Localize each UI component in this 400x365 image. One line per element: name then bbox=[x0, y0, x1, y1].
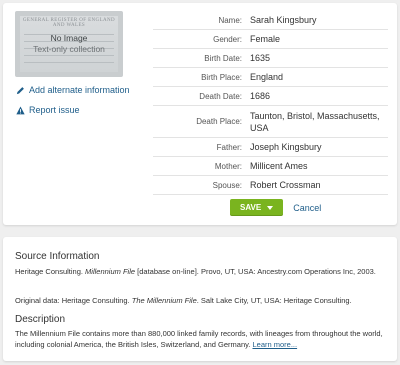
fact-value: Female bbox=[248, 29, 388, 49]
source-citation: Heritage Consulting. Millennium File [da… bbox=[15, 267, 376, 276]
fact-row-birth-date: Birth Date: 1635 bbox=[153, 48, 388, 68]
fact-row-name: Name: Sarah Kingsbury bbox=[153, 11, 388, 30]
add-alternate-info-label: Add alternate information bbox=[29, 85, 130, 95]
fact-label: Death Place: bbox=[153, 105, 248, 138]
fact-label: Name: bbox=[153, 11, 248, 30]
fact-row-death-date: Death Date: 1686 bbox=[153, 86, 388, 106]
no-image-label: No Image bbox=[50, 33, 88, 43]
fact-value: 1635 bbox=[248, 48, 388, 68]
report-issue-link[interactable]: Report issue bbox=[16, 105, 80, 115]
fact-value: England bbox=[248, 67, 388, 87]
fact-label: Mother: bbox=[153, 156, 248, 176]
fact-label: Birth Place: bbox=[153, 67, 248, 87]
document-header-text: GENERAL REGISTER OF ENGLAND AND WALES bbox=[22, 18, 116, 28]
save-button-label: SAVE bbox=[240, 203, 262, 212]
fact-value: Taunton, Bristol, Massachusetts, USA bbox=[250, 110, 380, 133]
report-issue-label: Report issue bbox=[29, 105, 80, 115]
chevron-down-icon bbox=[267, 205, 274, 210]
pencil-icon bbox=[16, 86, 24, 94]
fact-value: Robert Crossman bbox=[248, 175, 388, 195]
source-card: Source Information Heritage Consulting. … bbox=[3, 237, 397, 361]
fact-row-gender: Gender: Female bbox=[153, 29, 388, 49]
learn-more-link[interactable]: Learn more... bbox=[252, 340, 297, 349]
record-card: GENERAL REGISTER OF ENGLAND AND WALES No… bbox=[3, 3, 397, 225]
description-text: The Millennium File contains more than 8… bbox=[15, 329, 383, 349]
fact-label: Spouse: bbox=[153, 175, 248, 195]
source-info-title: Source Information bbox=[15, 251, 100, 262]
fact-row-mother: Mother: Millicent Ames bbox=[153, 156, 388, 176]
text-only-label: Text-only collection bbox=[33, 44, 105, 54]
fact-row-birth-place: Birth Place: England bbox=[153, 67, 388, 87]
fact-label: Birth Date: bbox=[153, 48, 248, 68]
fact-row-death-place: Death Place: Taunton, Bristol, Massachuse… bbox=[153, 105, 388, 138]
fact-label: Father: bbox=[153, 137, 248, 157]
fact-value: 1686 bbox=[248, 86, 388, 106]
fact-value: Millicent Ames bbox=[248, 156, 388, 176]
fact-row-father: Father: Joseph Kingsbury bbox=[153, 137, 388, 157]
action-row: SAVE Cancel bbox=[230, 199, 321, 216]
save-button[interactable]: SAVE bbox=[230, 199, 284, 216]
record-facts-table: Name: Sarah Kingsbury Gender: Female Birth… bbox=[153, 11, 388, 195]
fact-label: Death Date: bbox=[153, 86, 248, 106]
fact-value: Joseph Kingsbury bbox=[248, 137, 388, 157]
record-thumbnail[interactable]: GENERAL REGISTER OF ENGLAND AND WALES No… bbox=[15, 11, 123, 77]
warning-icon bbox=[16, 105, 25, 114]
original-data-citation: Original data: Heritage Consulting. The … bbox=[15, 296, 352, 305]
fact-row-spouse: Spouse: Robert Crossman bbox=[153, 175, 388, 195]
description-title: Description bbox=[15, 314, 66, 325]
fact-value: Sarah Kingsbury bbox=[248, 11, 388, 30]
cancel-link[interactable]: Cancel bbox=[293, 203, 321, 213]
fact-label: Gender: bbox=[153, 29, 248, 49]
add-alternate-info-link[interactable]: Add alternate information bbox=[16, 85, 130, 95]
